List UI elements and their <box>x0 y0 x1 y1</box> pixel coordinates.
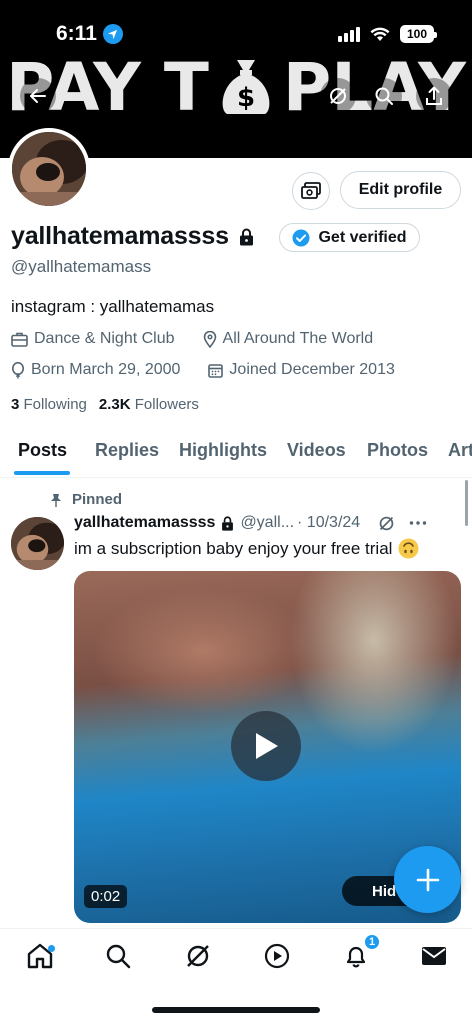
search-icon <box>106 944 131 969</box>
subscriptions-button[interactable] <box>292 172 330 210</box>
following-link[interactable]: 3 Following <box>11 396 87 413</box>
cellular-signal-icon <box>338 26 360 42</box>
upside-down-face-emoji-icon <box>398 538 419 559</box>
get-verified-button[interactable]: Get verified <box>279 223 420 252</box>
avatar-image <box>11 517 64 570</box>
tab-videos[interactable]: Videos <box>287 440 346 461</box>
more-horizontal-icon <box>409 521 427 525</box>
money-bag-icon: $ <box>222 60 270 114</box>
location-arrow-icon <box>102 24 123 44</box>
profile-bio: instagram : yallhatemamas <box>11 297 215 316</box>
followers-link[interactable]: 2.3K Followers <box>99 396 199 413</box>
tab-photos[interactable]: Photos <box>367 440 428 461</box>
messages-icon <box>422 947 446 965</box>
nav-notifications[interactable]: 1 <box>339 933 381 973</box>
active-tab-indicator <box>14 471 70 475</box>
nav-messages[interactable] <box>417 939 451 973</box>
post-more-button[interactable] <box>409 520 427 526</box>
tab-posts[interactable]: Posts <box>18 440 67 461</box>
profile-meta-row-1: Dance & Night Club All Around The World <box>11 330 373 348</box>
nav-search[interactable] <box>101 939 135 973</box>
status-indicators: 100 <box>338 25 437 43</box>
post-author-name[interactable]: yallhatemamassss <box>74 514 215 532</box>
follow-stats: 3 Following 2.3K Followers <box>11 396 199 413</box>
lock-icon <box>221 515 234 531</box>
banner-graphic: PAY T $ PLAY <box>6 49 472 126</box>
profile-handle: @yallhatemamass <box>11 257 152 276</box>
share-icon <box>426 86 442 105</box>
grok-icon <box>330 88 346 104</box>
svg-text:$: $ <box>237 83 255 113</box>
post-header: yallhatemamassss @yall... · 10/3/24 <box>74 514 464 532</box>
tab-replies[interactable]: Replies <box>95 440 159 461</box>
tab-articles[interactable]: Art <box>448 440 472 461</box>
grok-button[interactable] <box>320 78 356 114</box>
profile-meta-row-2: Born March 29, 2000 Joined December 2013 <box>11 361 395 379</box>
play-button[interactable] <box>231 711 301 781</box>
plus-icon <box>416 868 439 891</box>
profile-joined: Joined December 2013 <box>229 361 395 378</box>
nav-grok[interactable] <box>181 939 215 973</box>
display-name: yallhatemamassss <box>11 222 254 251</box>
nav-video[interactable] <box>260 939 294 973</box>
tab-highlights[interactable]: Highlights <box>179 440 267 461</box>
verified-badge-icon <box>292 229 310 246</box>
edit-profile-button[interactable]: Edit profile <box>340 171 461 209</box>
home-unread-dot <box>48 945 55 952</box>
profile-birthdate: Born March 29, 2000 <box>31 361 181 378</box>
tabs-divider <box>0 477 472 478</box>
search-icon <box>375 87 393 105</box>
profile-tabs: Posts Replies Highlights Videos Photos A… <box>0 428 472 477</box>
lock-icon <box>239 228 253 245</box>
money-icon <box>301 182 321 199</box>
share-button[interactable] <box>416 78 452 114</box>
post-date: · 10/3/24 <box>297 514 361 531</box>
calendar-icon <box>208 363 224 378</box>
grok-icon <box>187 945 209 967</box>
profile-category: Dance & Night Club <box>34 330 175 347</box>
grok-icon <box>379 516 394 530</box>
pinned-indicator: Pinned <box>50 491 122 508</box>
balloon-icon <box>12 361 24 378</box>
battery-indicator: 100 <box>400 25 437 43</box>
play-icon <box>256 733 278 759</box>
post-author-avatar[interactable] <box>11 517 64 570</box>
post-author-handle: @yall... <box>240 514 295 531</box>
compose-post-button[interactable] <box>394 846 461 913</box>
pin-icon <box>51 493 61 507</box>
video-duration: 0:02 <box>84 885 128 908</box>
nav-home[interactable] <box>23 939 57 973</box>
video-icon <box>264 943 290 969</box>
briefcase-icon <box>11 332 28 347</box>
wifi-icon <box>370 27 390 41</box>
home-indicator <box>152 1007 320 1013</box>
notifications-count-badge: 1 <box>363 933 381 951</box>
profile-location: All Around The World <box>222 330 374 347</box>
post-text: im a subscription baby enjoy your free t… <box>74 538 419 559</box>
profile-avatar[interactable] <box>8 128 90 210</box>
scrollbar[interactable] <box>465 480 468 526</box>
avatar-image <box>12 132 86 206</box>
location-pin-icon <box>203 330 216 348</box>
status-time: 6:11 <box>56 22 123 46</box>
search-profile-button[interactable] <box>366 78 402 114</box>
back-button[interactable] <box>20 78 56 114</box>
arrow-left-icon <box>30 89 46 103</box>
grok-post-button[interactable] <box>378 515 395 532</box>
